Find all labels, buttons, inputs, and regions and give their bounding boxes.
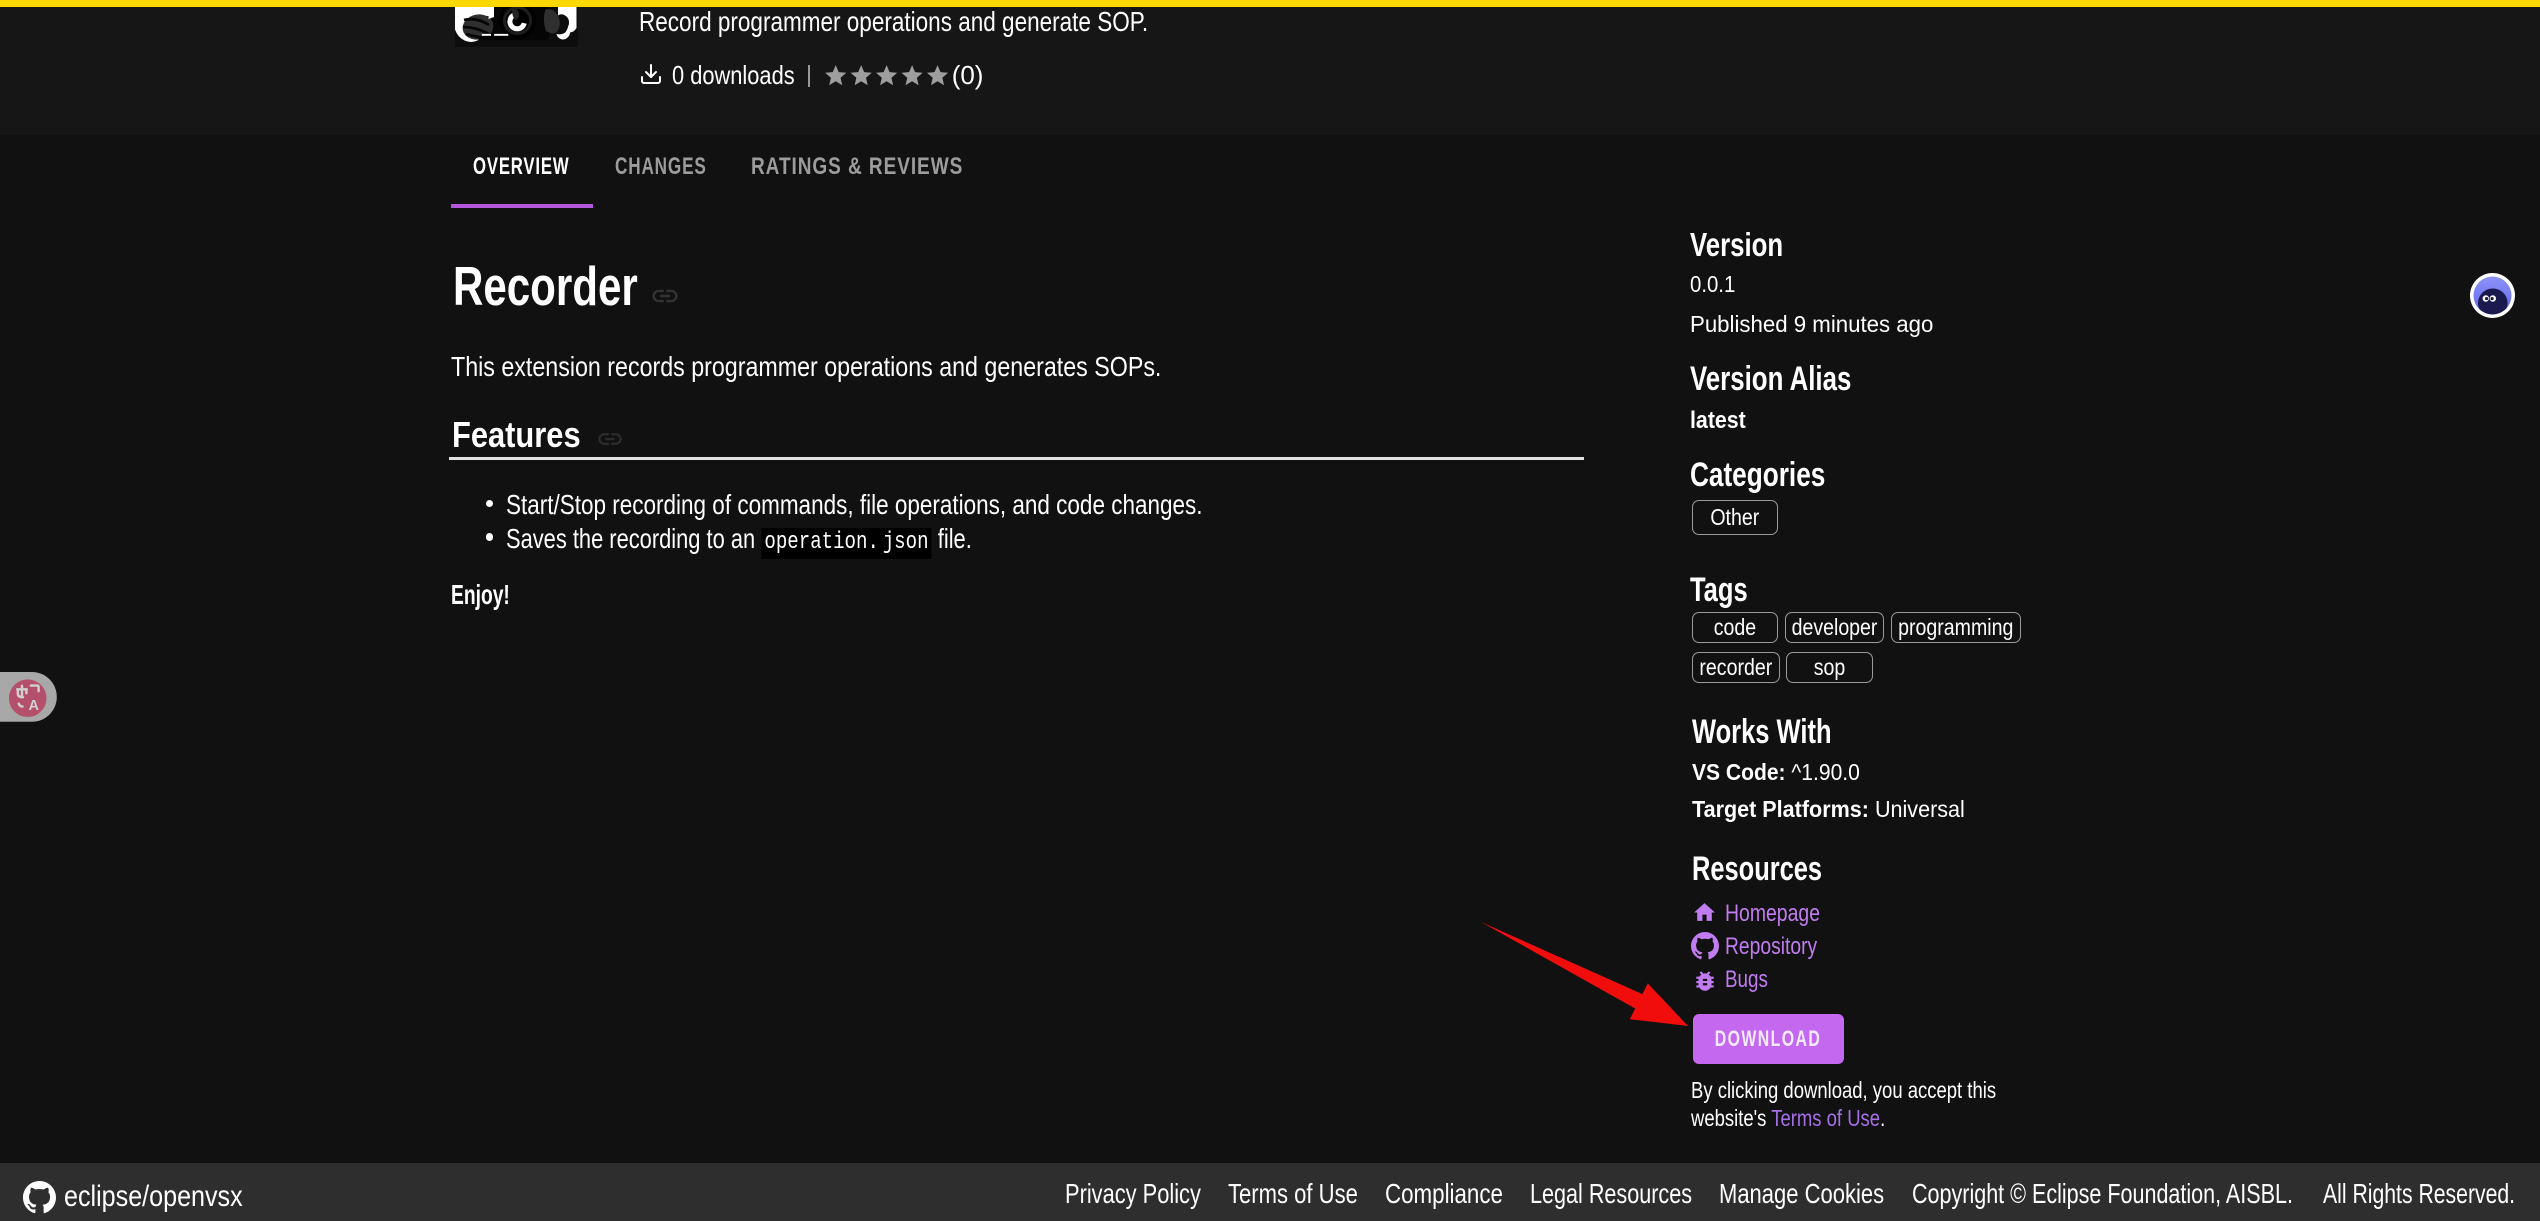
svg-text:A: A (29, 698, 40, 714)
